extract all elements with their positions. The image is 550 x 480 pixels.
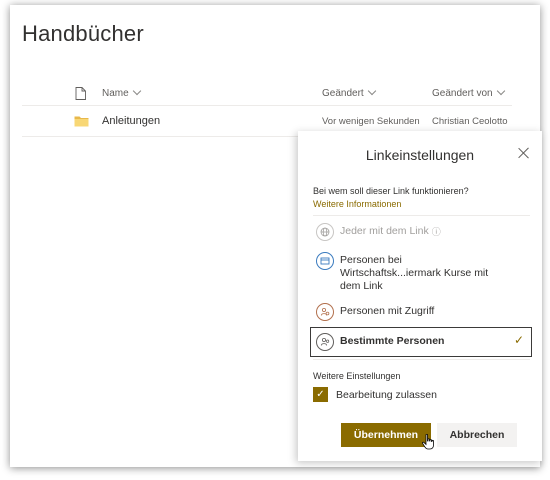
column-header-modified-by-label: Geändert von	[432, 87, 493, 99]
allow-edit-label: Bearbeitung zulassen	[336, 388, 437, 401]
column-header-modified[interactable]: Geändert	[322, 81, 376, 105]
option-people-with-access[interactable]: Personen mit Zugriff	[316, 303, 528, 321]
option-label: Jeder mit dem Link	[340, 225, 429, 237]
column-header-name-label: Name	[102, 87, 129, 99]
allow-edit-checkbox[interactable]: ✓	[313, 387, 328, 402]
building-icon	[316, 252, 334, 270]
apply-button[interactable]: Übernehmen	[341, 423, 431, 447]
file-type-icon[interactable]	[75, 81, 86, 105]
app-window: Handbücher Name Geändert Geändert von An…	[10, 5, 542, 467]
people-access-icon	[316, 303, 334, 321]
info-icon[interactable]: ⓘ	[432, 223, 441, 238]
checkmark-icon: ✓	[513, 333, 524, 347]
option-label: Personen mit Zugriff	[340, 305, 435, 317]
option-people-in-org[interactable]: Personen bei Wirtschaftsk...iermark Kurs…	[316, 252, 498, 293]
chevron-down-icon	[132, 86, 141, 96]
allow-edit-row[interactable]: ✓ Bearbeitung zulassen	[313, 387, 437, 402]
more-settings-label: Weitere Einstellungen	[313, 371, 401, 381]
audience-question: Bei wem soll dieser Link funktionieren?	[313, 186, 469, 196]
close-icon[interactable]	[516, 145, 532, 161]
divider	[313, 215, 530, 216]
link-settings-panel: Linkeinstellungen Bei wem soll dieser Li…	[298, 131, 542, 461]
chevron-down-icon	[367, 86, 376, 96]
globe-icon	[316, 223, 334, 241]
list-header: Name Geändert Geändert von	[22, 81, 512, 106]
divider	[313, 359, 530, 360]
option-label: Bestimmte Personen	[340, 335, 445, 347]
column-header-modified-label: Geändert	[322, 87, 364, 99]
column-header-name[interactable]: Name	[102, 81, 141, 105]
cancel-button[interactable]: Abbrechen	[437, 423, 517, 447]
option-anyone-with-link[interactable]: Jeder mit dem Link ⓘ	[316, 223, 528, 241]
option-specific-people[interactable]: Bestimmte Personen ✓	[310, 327, 532, 357]
specific-people-icon	[316, 333, 334, 351]
row-name[interactable]: Anleitungen	[102, 106, 160, 136]
panel-title: Linkeinstellungen	[365, 147, 475, 163]
column-header-modified-by[interactable]: Geändert von	[432, 81, 505, 105]
more-info-link[interactable]: Weitere Informationen	[313, 199, 401, 209]
option-label: Personen bei Wirtschaftsk...iermark Kurs…	[340, 254, 489, 292]
hand-cursor-icon	[422, 433, 434, 455]
page-title: Handbücher	[22, 21, 144, 46]
chevron-down-icon	[496, 86, 505, 96]
folder-icon	[74, 106, 89, 136]
